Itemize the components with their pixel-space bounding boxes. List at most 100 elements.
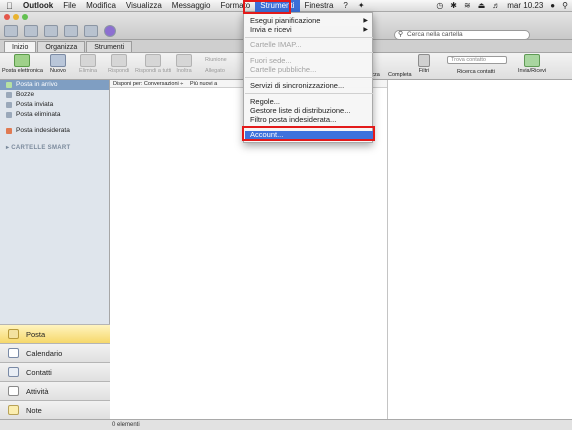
submenu-arrow-icon: ▶ — [363, 18, 368, 24]
forward-icon — [176, 54, 192, 67]
menu-finestra[interactable]: Finestra — [300, 0, 339, 12]
attachment-button[interactable]: Allegato — [205, 68, 225, 74]
help-icon[interactable] — [104, 25, 116, 37]
status-menus: ◷ ✱ ≋ ⏏ ♬ mar 10.23 ● ⚲ — [436, 1, 572, 10]
reply-icon[interactable] — [44, 25, 58, 37]
user-icon[interactable]: ● — [550, 1, 555, 10]
folder-sent[interactable]: Posta inviata — [0, 100, 109, 110]
close-window-icon[interactable] — [4, 14, 10, 20]
send-receive-icon — [524, 54, 541, 67]
search-placeholder: Cerca nella cartella — [407, 31, 463, 38]
volume-icon[interactable]: ♬ — [492, 1, 500, 10]
search-input[interactable]: ⚲ Cerca nella cartella — [394, 30, 530, 40]
tasks-icon — [8, 386, 19, 396]
trash-folder-icon — [6, 112, 12, 118]
email-icon — [14, 54, 31, 67]
menu-separator — [245, 93, 373, 94]
reply-button[interactable]: Rispondi — [108, 54, 129, 74]
sent-icon — [6, 102, 12, 108]
spotlight-icon[interactable]: ⚲ — [562, 1, 568, 10]
annotation-highlight-strumenti — [243, 0, 291, 14]
nav-contacts[interactable]: Contatti — [0, 362, 110, 381]
sort-order-button[interactable]: Più nuovi a — [190, 80, 217, 88]
nav-tasks[interactable]: Attività — [0, 381, 110, 400]
navigation-pane: Posta Calendario Contatti Attività Note — [0, 324, 110, 419]
tab-organizza[interactable]: Organizza — [37, 41, 86, 52]
notes-icon — [8, 405, 19, 415]
new-message-icon[interactable] — [4, 25, 18, 37]
reply-all-icon — [145, 54, 162, 67]
bluetooth-icon[interactable]: ✱ — [450, 1, 457, 10]
folder-junk[interactable]: Posta indesiderata — [0, 126, 109, 136]
contacts-icon — [8, 367, 19, 377]
strumenti-menu: Esegui pianificazione ▶ Invia e ricevi ▶ C… — [243, 12, 373, 143]
item-count: 0 elementi — [112, 422, 140, 428]
folder-drafts[interactable]: Bozze — [0, 90, 109, 100]
window-controls — [4, 14, 28, 20]
calendar-icon — [8, 348, 19, 358]
script-menu-icon[interactable]: ✦ — [353, 0, 370, 12]
nav-notes[interactable]: Note — [0, 400, 110, 419]
tab-strumenti[interactable]: Strumenti — [86, 41, 133, 52]
complete-button[interactable]: Completa — [388, 72, 412, 78]
minimize-window-icon[interactable] — [13, 14, 19, 20]
send-receive-button[interactable]: Invia/Ricevi — [518, 54, 546, 74]
junk-icon — [6, 128, 12, 134]
menu-item-public-folders[interactable]: Cartelle pubbliche... — [245, 66, 373, 74]
menu-app-outlook[interactable]: Outlook — [18, 0, 58, 12]
apple-menu-icon[interactable]:  — [6, 1, 18, 11]
menu-messaggio[interactable]: Messaggio — [167, 0, 216, 12]
new-item-icon — [50, 54, 66, 67]
arrange-by-button[interactable]: Disponi per: Conversazioni ÷ — [113, 81, 183, 87]
status-bar: 0 elementi — [0, 419, 572, 430]
smart-folders-header[interactable]: ▸ CARTELLE SMART — [0, 144, 109, 151]
print-icon[interactable] — [64, 25, 78, 37]
mail-nav-icon — [8, 329, 19, 339]
contact-search-button[interactable]: Ricerca contatti — [457, 69, 495, 75]
filters-button[interactable]: Filtri — [418, 54, 430, 74]
folder-inbox[interactable]: Posta in arrivo — [0, 80, 109, 90]
zoom-window-icon[interactable] — [22, 14, 28, 20]
nav-mail[interactable]: Posta — [0, 324, 110, 343]
tab-inizio[interactable]: Inizio — [4, 41, 37, 52]
inbox-icon — [6, 82, 12, 88]
delete-button[interactable]: Elimina — [79, 54, 97, 74]
menu-item-send-receive[interactable]: Invia e ricevi ▶ — [245, 26, 373, 34]
menu-modifica[interactable]: Modifica — [81, 0, 121, 12]
folder-icon[interactable] — [24, 25, 38, 37]
meeting-button[interactable]: Riunione — [205, 57, 227, 63]
menu-item-imap-folders[interactable]: Cartelle IMAP... — [245, 41, 373, 49]
trash-icon — [80, 54, 97, 67]
forward-button[interactable]: Inoltra — [176, 54, 192, 74]
wifi-icon[interactable]: ≋ — [464, 1, 471, 10]
menu-separator — [245, 52, 373, 53]
annotation-highlight-account — [242, 126, 375, 141]
menu-help[interactable]: ? — [338, 0, 352, 12]
menu-visualizza[interactable]: Visualizza — [121, 0, 167, 12]
folder-deleted[interactable]: Posta eliminata — [0, 110, 109, 120]
filter-icon — [418, 54, 430, 67]
clock[interactable]: mar 10.23 — [507, 1, 543, 10]
reply-all-button[interactable]: Rispondi a tutti — [135, 54, 171, 74]
eject-icon[interactable]: ⏏ — [478, 1, 486, 10]
time-machine-icon[interactable]: ◷ — [436, 1, 443, 10]
menu-item-rules[interactable]: Regole... — [245, 98, 373, 106]
new-item-button[interactable]: Nuovo — [50, 54, 66, 74]
nav-calendar[interactable]: Calendario — [0, 343, 110, 362]
quick-access-toolbar — [4, 25, 116, 37]
drafts-icon — [6, 92, 12, 98]
folder-sidebar: Posta in arrivo Bozze Posta inviata Post… — [0, 80, 110, 419]
menu-item-sync-services[interactable]: Servizi di sincronizzazione... — [245, 82, 373, 90]
reading-pane — [388, 80, 572, 419]
menu-item-distribution-lists[interactable]: Gestore liste di distribuzione... — [245, 107, 373, 115]
search-icon: ⚲ — [398, 31, 404, 38]
menu-item-junk-filter[interactable]: Filtro posta indesiderata... — [245, 116, 373, 124]
menu-separator — [245, 37, 373, 38]
reply-arrow-icon — [110, 54, 127, 67]
new-email-button[interactable]: Posta elettronica — [2, 54, 43, 74]
find-contact-input[interactable]: Trova contatto — [447, 56, 507, 64]
menu-item-run-schedule[interactable]: Esegui pianificazione ▶ — [245, 17, 373, 25]
undo-icon[interactable] — [84, 25, 98, 37]
menu-item-out-of-office[interactable]: Fuori sede... — [245, 57, 373, 65]
menu-file[interactable]: File — [58, 0, 81, 12]
